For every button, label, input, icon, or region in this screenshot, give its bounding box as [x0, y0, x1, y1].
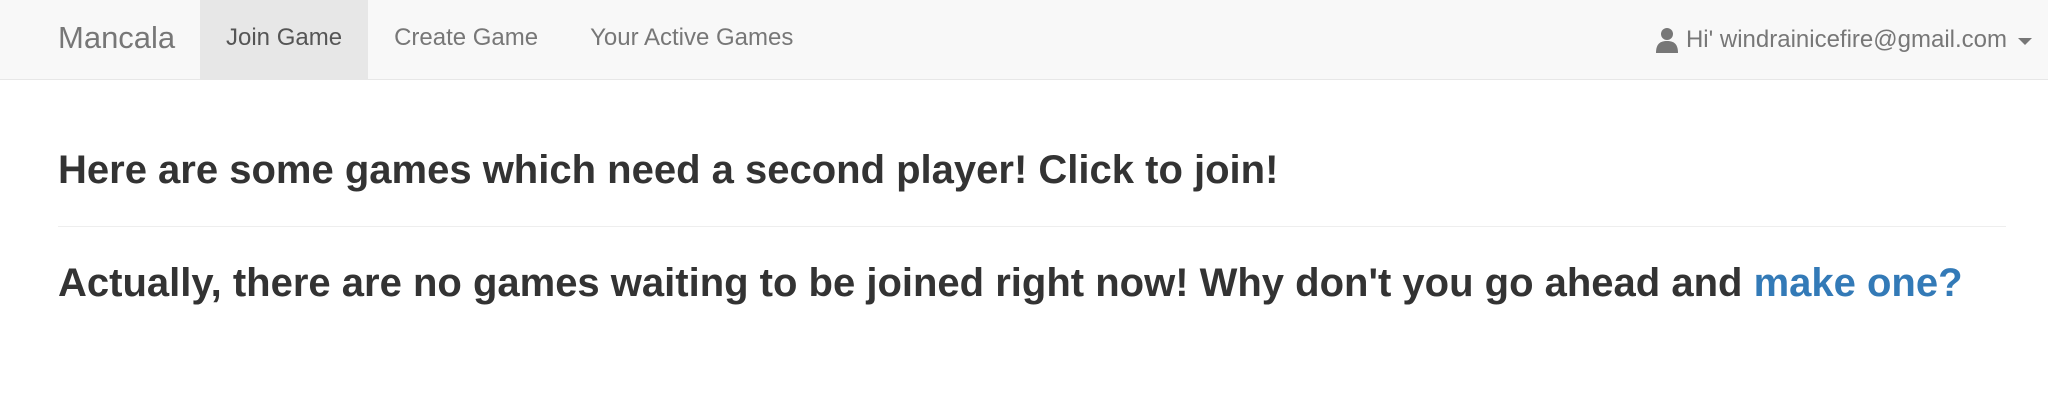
nav-item-your-active-games[interactable]: Your Active Games	[564, 0, 819, 80]
user-menu-dropdown[interactable]: Hi' windrainicefire@gmail.com	[1655, 0, 2032, 80]
nav-item-join-game[interactable]: Join Game	[200, 0, 369, 80]
main-nav: Join Game Create Game Your Active Games	[200, 0, 819, 80]
user-icon	[1655, 28, 1678, 53]
nav-item-create-game[interactable]: Create Game	[368, 0, 564, 80]
navbar: Mancala Join Game Create Game Your Activ…	[0, 0, 2048, 80]
make-one-link[interactable]: make one?	[1754, 261, 1963, 305]
brand-link[interactable]: Mancala	[58, 0, 175, 80]
no-games-message: Actually, there are no games waiting to …	[58, 261, 1963, 306]
divider	[58, 226, 2006, 227]
page-heading: Here are some games which need a second …	[58, 148, 1279, 192]
user-greeting: Hi' windrainicefire@gmail.com	[1685, 26, 2007, 53]
caret-down-icon	[2018, 38, 2032, 45]
no-games-text: Actually, there are no games waiting to …	[58, 261, 1754, 305]
